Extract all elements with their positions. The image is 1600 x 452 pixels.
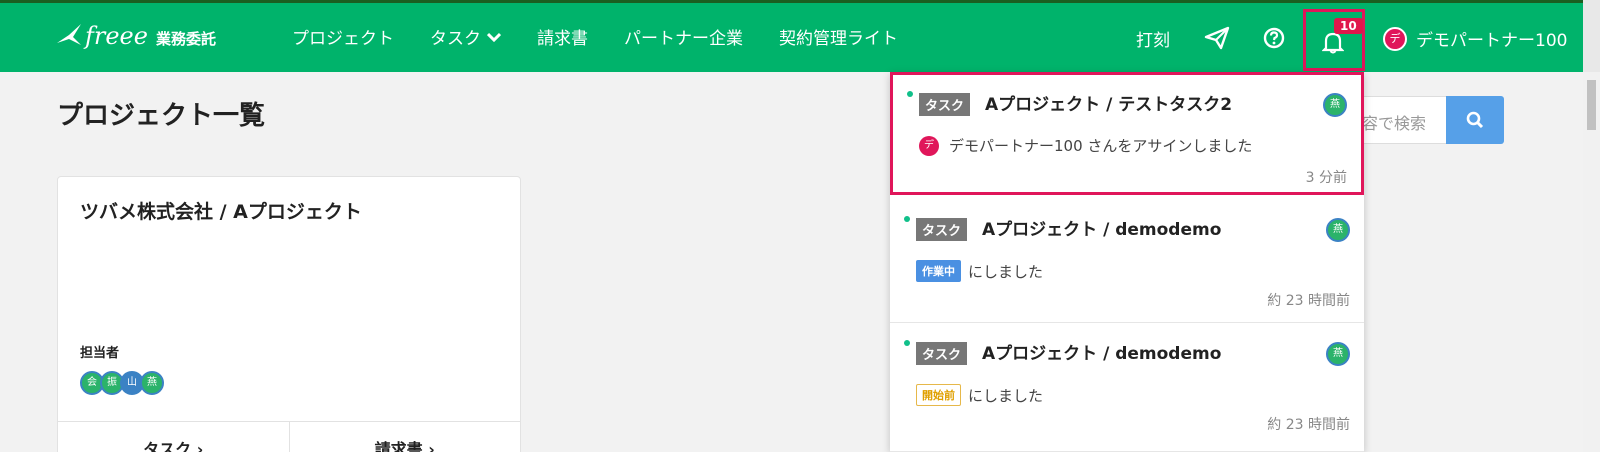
actor-avatar: デ <box>919 135 939 156</box>
unread-dot <box>904 340 910 346</box>
notification-button[interactable]: 10 <box>1303 9 1365 71</box>
logo-subtitle: 業務委託 <box>155 29 216 48</box>
chevron-down-icon <box>487 32 501 42</box>
nav-tasks-label: タスク <box>430 29 481 49</box>
card-footer: タスク › 請求書 › <box>58 421 520 452</box>
notification-avatar: 燕 <box>1326 342 1350 366</box>
top-header: freee 業務委託 プロジェクト タスク 請求書 パートナー企業 契約管理ライ… <box>0 0 1600 72</box>
card-invoices-label: 請求書 <box>374 440 423 452</box>
assignee-avatar: 燕 <box>140 371 164 395</box>
assignee-label: 担当者 <box>80 346 120 361</box>
notification-title[interactable]: Aプロジェクト / demodemo <box>982 339 1221 364</box>
notification-message: デ デモパートナー100 さんをアサインしました <box>919 135 1252 156</box>
assignee-avatars: 会 振 山 燕 <box>80 371 164 395</box>
notification-avatar: 燕 <box>1323 93 1347 117</box>
scrollbar-corner <box>1583 0 1600 72</box>
card-tasks-button[interactable]: タスク › <box>58 422 290 452</box>
notification-title[interactable]: Aプロジェクト / テストタスク2 <box>985 90 1232 115</box>
unread-dot <box>904 216 910 222</box>
nav-partners[interactable]: パートナー企業 <box>624 24 743 49</box>
notification-text: にしました <box>968 386 1044 405</box>
notification-tag: タスク <box>916 218 968 241</box>
freee-logo[interactable]: freee 業務委託 <box>55 21 216 51</box>
project-card-title[interactable]: ツバメ株式会社 / Aプロジェクト <box>80 197 362 224</box>
card-invoices-button[interactable]: 請求書 › <box>290 422 521 452</box>
scrollbar[interactable] <box>1583 72 1600 452</box>
notification-title[interactable]: Aプロジェクト / demodemo <box>982 215 1221 240</box>
project-card[interactable]: ツバメ株式会社 / Aプロジェクト 担当者 会 振 山 燕 タスク › 請求書 … <box>57 176 521 452</box>
notification-avatar: 燕 <box>1326 218 1350 242</box>
user-avatar[interactable]: デ <box>1383 27 1407 51</box>
notification-tag: タスク <box>919 93 971 116</box>
nav-invoices[interactable]: 請求書 <box>537 24 588 49</box>
notification-tag: タスク <box>916 342 968 365</box>
bird-icon <box>57 24 81 45</box>
search-icon <box>1466 111 1484 129</box>
nav-tasks[interactable]: タスク <box>430 24 501 49</box>
search-button[interactable] <box>1446 96 1504 144</box>
nav-contracts[interactable]: 契約管理ライト <box>779 24 898 49</box>
notification-item[interactable]: タスク Aプロジェクト / テストタスク2 燕 デ デモパートナー100 さんを… <box>890 72 1364 195</box>
scrollbar-thumb[interactable] <box>1587 80 1596 130</box>
unread-dot <box>907 91 913 97</box>
notification-time: 約 23 時間前 <box>1267 417 1350 433</box>
notification-count-badge: 10 <box>1334 18 1363 34</box>
notification-item[interactable]: タスク Aプロジェクト / demodemo 燕 開始前 にしました 約 23 … <box>890 324 1364 452</box>
notification-dropdown: タスク Aプロジェクト / テストタスク2 燕 デ デモパートナー100 さんを… <box>890 72 1364 452</box>
logo-text: freee <box>85 22 148 50</box>
help-icon[interactable] <box>1263 27 1285 49</box>
main-nav: プロジェクト タスク 請求書 パートナー企業 契約管理ライト <box>292 24 934 49</box>
paper-plane-icon[interactable] <box>1204 26 1230 50</box>
notification-text: にしました <box>968 262 1044 281</box>
notification-message: 開始前 にしました <box>916 384 1043 406</box>
status-badge: 開始前 <box>916 384 961 406</box>
notification-time: 約 23 時間前 <box>1267 293 1350 309</box>
page-title: プロジェクト一覧 <box>57 101 266 131</box>
card-tasks-label: タスク <box>143 440 192 452</box>
clock-in-link[interactable]: 打刻 <box>1136 26 1170 51</box>
notification-item[interactable]: タスク Aプロジェクト / demodemo 燕 作業中 にしました 約 23 … <box>890 200 1364 323</box>
user-menu[interactable]: デモパートナー100 <box>1416 26 1567 51</box>
status-badge: 作業中 <box>916 260 961 282</box>
notification-message: 作業中 にしました <box>916 260 1043 282</box>
notification-time: 3 分前 <box>1305 170 1347 186</box>
nav-projects[interactable]: プロジェクト <box>292 24 394 49</box>
notification-text: デモパートナー100 さんをアサインしました <box>949 137 1253 155</box>
